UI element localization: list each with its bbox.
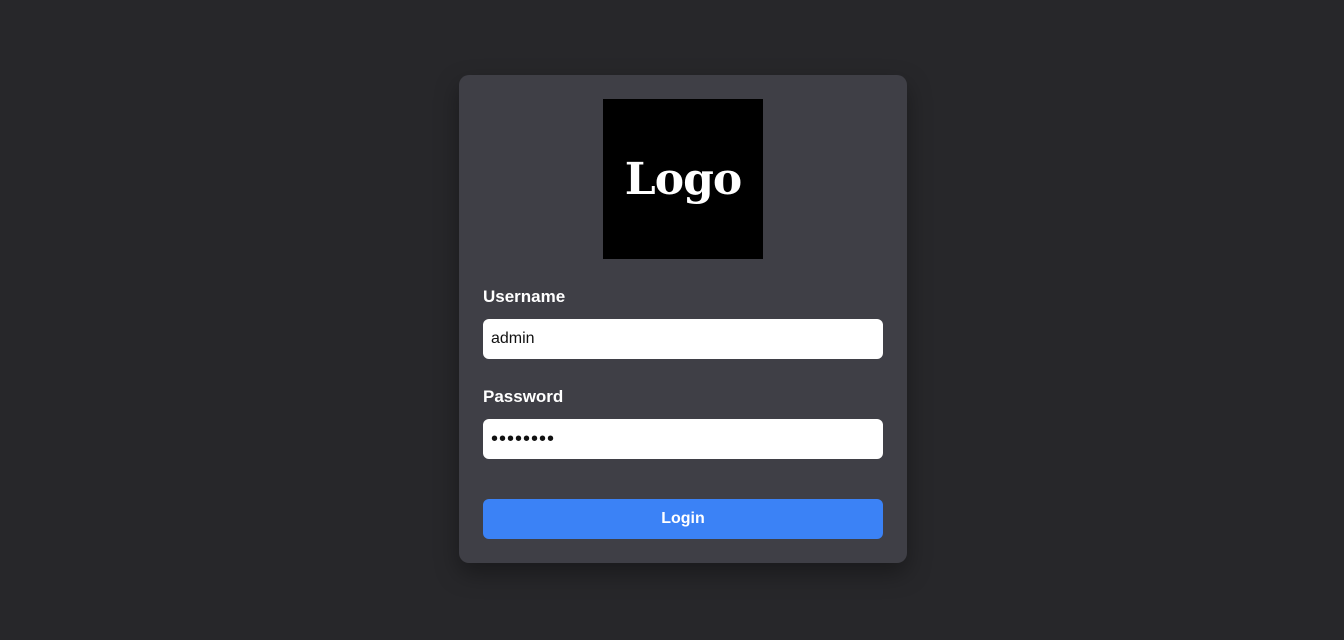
logo: Logo [603, 99, 763, 259]
login-card: Logo Username Password Login [459, 75, 907, 563]
password-input[interactable] [483, 419, 883, 459]
logo-text: Logo [624, 153, 742, 205]
username-label: Username [483, 287, 566, 306]
username-input[interactable] [483, 319, 883, 359]
password-label: Password [483, 387, 564, 406]
login-button[interactable]: Login [483, 499, 883, 539]
username-field-group: Username [483, 287, 883, 359]
password-field-group: Password [483, 387, 883, 459]
